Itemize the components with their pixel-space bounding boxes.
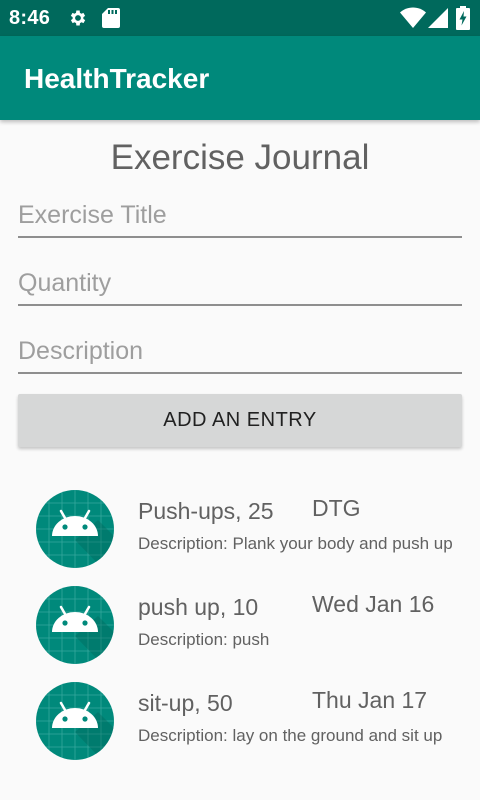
status-time: 8:46	[9, 7, 51, 29]
entry-description: Description: lay on the ground and sit u…	[138, 726, 443, 745]
cell-signal-icon	[428, 8, 448, 33]
description-field	[18, 332, 462, 374]
android-icon	[36, 682, 114, 760]
wifi-icon	[400, 7, 426, 34]
entry-description: Description: push	[138, 630, 270, 649]
battery-charging-icon	[456, 6, 470, 35]
list-item[interactable]: push up, 10 Wed Jan 16 Description: push	[0, 586, 480, 682]
sd-card-icon	[102, 8, 120, 33]
entry-date: Thu Jan 17	[312, 687, 428, 713]
status-bar: 8:46	[0, 0, 480, 36]
add-entry-button[interactable]: ADD AN ENTRY	[18, 394, 462, 447]
exercise-title-input[interactable]	[18, 196, 462, 234]
description-input[interactable]	[18, 332, 462, 370]
quantity-field	[18, 264, 462, 306]
entry-title: push up, 10	[138, 594, 259, 620]
quantity-input[interactable]	[18, 264, 462, 302]
entry-date: Wed Jan 16	[312, 591, 435, 617]
app-title: HealthTracker	[24, 63, 210, 94]
entry-description: Description: Plank your body and push up	[138, 534, 453, 553]
android-icon	[36, 586, 114, 664]
exercise-title-field	[18, 196, 462, 238]
entry-title: sit-up, 50	[138, 690, 233, 716]
app-bar: HealthTracker	[0, 36, 480, 120]
gear-icon	[68, 8, 88, 33]
android-icon	[36, 490, 114, 568]
entry-date: DTG	[312, 495, 361, 521]
list-item[interactable]: Push-ups, 25 DTG Description: Plank your…	[0, 490, 480, 586]
page-title: Exercise Journal	[110, 138, 370, 177]
entry-title: Push-ups, 25	[138, 498, 274, 524]
list-item[interactable]: sit-up, 50 Thu Jan 17 Description: lay o…	[0, 682, 480, 778]
main-content: Exercise Journal ADD AN ENTRY	[0, 120, 480, 800]
